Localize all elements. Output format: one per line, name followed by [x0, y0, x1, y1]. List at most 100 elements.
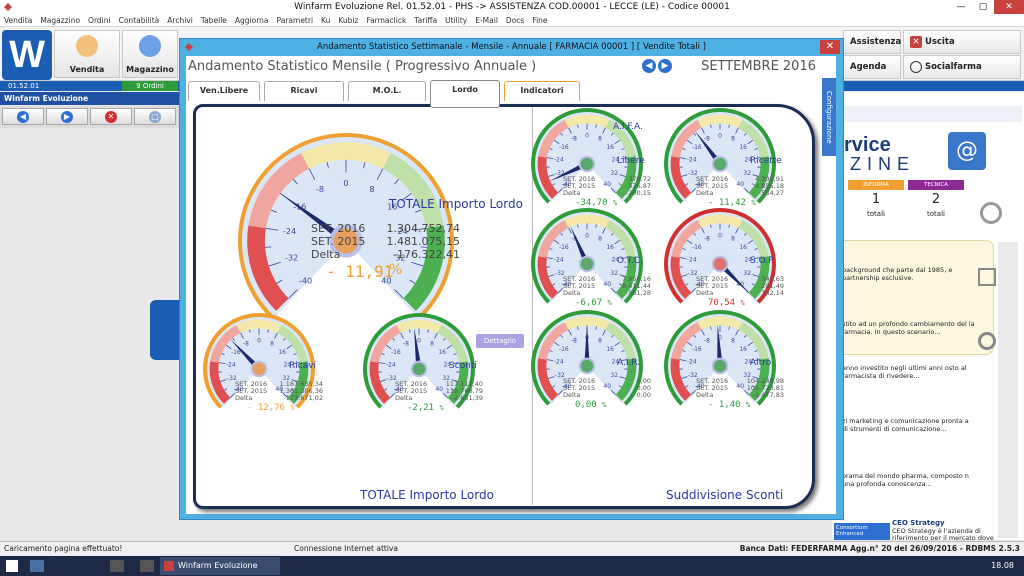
app-icon [4, 3, 12, 11]
g4-tick-label: -16 [559, 244, 569, 251]
scrollbar[interactable] [998, 242, 1018, 538]
news-box [836, 240, 994, 355]
gauge-panel: -40-32-24-16-80816243240-40-32-24-16-808… [193, 104, 815, 509]
g7-hub-center [713, 359, 727, 373]
g3-tick-label: 0 [718, 132, 722, 139]
stop-button[interactable]: ✕ [90, 108, 132, 125]
terminal-icon[interactable] [140, 560, 154, 572]
menu-item-5[interactable]: Tabelle [197, 14, 231, 26]
dettaglio-button[interactable]: Dettaglio [476, 334, 524, 348]
next-period-button[interactable]: ▶ [658, 59, 672, 73]
close-button[interactable]: ✕ [994, 0, 1024, 14]
vendita-button[interactable]: Vendita [54, 30, 120, 78]
person-icon [76, 35, 98, 57]
news-item[interactable]: zi marketing e comunicazione pronta a di… [842, 417, 976, 433]
card-label[interactable]: INFORMA [848, 180, 904, 190]
news-item[interactable]: background che parte dal 1985, e partner… [842, 266, 976, 282]
menu-item-10[interactable]: Farmaclick [362, 14, 410, 26]
explorer-icon[interactable] [30, 560, 44, 572]
windows-icon [978, 268, 996, 286]
menu-item-9[interactable]: Kubiz [334, 14, 362, 26]
card-label[interactable]: TECNICA [908, 180, 964, 190]
menu-item-13[interactable]: E-Mail [471, 14, 502, 26]
ordini-badge[interactable]: 9 Ordini [122, 81, 178, 91]
menu-item-6[interactable]: Aggiorna [231, 14, 273, 26]
uscita-button[interactable]: ✕ Uscita [903, 30, 1021, 54]
menu-item-11[interactable]: Tariffa [410, 14, 441, 26]
g3-hub-center [713, 157, 727, 171]
right-news-pane: rvice ZINE @ INFORMA 1 totali TECNICA 2 t… [832, 92, 1024, 540]
gauge-row-value: -554,27 [758, 189, 784, 197]
gauge-name: Ricavi [289, 361, 317, 371]
tab-1[interactable]: Ricavi [264, 81, 344, 101]
magnifier-icon[interactable] [980, 202, 1002, 224]
g4-tick-label: 8 [598, 236, 602, 243]
stop-icon: ✕ [105, 111, 117, 123]
tab-2[interactable]: M.O.L. [348, 81, 426, 101]
gauge-pct: - 1,40 % [708, 400, 751, 410]
ceo-title: CEO Strategy [892, 519, 945, 527]
menu-item-1[interactable]: Magazzino [36, 14, 84, 26]
menu-item-14[interactable]: Docs [502, 14, 528, 26]
menu-item-4[interactable]: Archivi [163, 14, 197, 26]
configurazione-tab[interactable]: Configurazione [822, 78, 836, 156]
g0-tick-label: 16 [278, 349, 286, 356]
console-icon[interactable] [110, 560, 124, 572]
g7-tick-label: 8 [731, 338, 735, 345]
menu-item-2[interactable]: Ordini [84, 14, 115, 26]
tab-3[interactable]: Lordo [430, 80, 500, 108]
minimize-button[interactable]: — [950, 0, 972, 14]
card-count: 2 [931, 192, 941, 207]
menu-item-3[interactable]: Contabilità [115, 14, 164, 26]
exit-icon: ✕ [910, 35, 922, 48]
main-row-label: SET. 2016 [311, 222, 366, 235]
back-button[interactable]: ◀ [2, 108, 44, 125]
main-tick-label: -40 [299, 275, 312, 285]
gauge-row-label: Delta [696, 189, 714, 197]
g5-tick-label: 0 [718, 232, 722, 239]
socialfarma-button[interactable]: Socialfarma [903, 55, 1021, 79]
menu-item-15[interactable]: Fine [528, 14, 551, 26]
previous-period-button[interactable]: ◀ [642, 59, 656, 73]
forward-button[interactable]: ▶ [46, 108, 88, 125]
gauge-row-value: -1.477,83 [752, 391, 784, 399]
status-bar: Caricamento pagina effettuato! Connessio… [0, 541, 1024, 555]
main-row-value: 1.481.075,15 [386, 235, 460, 248]
start-icon[interactable] [6, 560, 18, 572]
magazzino-button[interactable]: Magazzino [122, 30, 178, 78]
agenda-button[interactable]: Agenda [843, 55, 901, 79]
taskbar-winfarm[interactable]: Winfarm Evoluzione [160, 557, 280, 575]
menu-item-8[interactable]: Ku [317, 14, 334, 26]
gauge-row-value: -2.651,39 [451, 394, 483, 402]
gauge-row-label: Delta [563, 189, 581, 197]
g0-tick-label: 0 [257, 337, 261, 344]
news-item[interactable]: anno investito negli ultimi anni osto al… [842, 364, 976, 380]
gauge-row-value: 142,14 [761, 289, 784, 297]
dialog-heading: Andamento Statistico Mensile ( Progressi… [188, 59, 537, 74]
menu-item-12[interactable]: Utility [441, 14, 471, 26]
news-item[interactable]: orama del mondo pharma, composto n una p… [842, 472, 976, 488]
socialfarma-icon [910, 60, 922, 73]
menu-item-0[interactable]: Vendita [0, 14, 36, 26]
background-graphic [150, 300, 180, 360]
dialog-close-button[interactable]: ✕ [820, 40, 840, 54]
main-tick-label: -32 [285, 253, 298, 263]
gauge-row-label: Delta [563, 391, 581, 399]
main-tick-label: 8 [369, 184, 374, 194]
tab-4[interactable]: Indicatori [504, 81, 580, 101]
news-item[interactable]: stito ad un profondo cambiamento del la … [842, 320, 976, 336]
main-tick-label: -24 [283, 226, 296, 236]
assistenza-button[interactable]: Assistenza [843, 30, 901, 54]
gauge-name: Libere [617, 156, 645, 166]
winfarm-logo: W [2, 30, 52, 80]
gauge-pct: -34,70 % [575, 198, 618, 208]
refresh-button[interactable]: ▢ [134, 108, 176, 125]
main-row-value: -176.322,41 [393, 248, 460, 261]
maximize-button[interactable]: ▢ [972, 0, 994, 14]
main-pct: - 11,91 [326, 262, 394, 281]
gauge-row-label: Delta [395, 394, 413, 402]
tab-0[interactable]: Ven.Libere [188, 81, 260, 101]
gauge-row-label: Delta [696, 289, 714, 297]
card-total: totali [867, 210, 885, 218]
menu-item-7[interactable]: Parametri [273, 14, 318, 26]
